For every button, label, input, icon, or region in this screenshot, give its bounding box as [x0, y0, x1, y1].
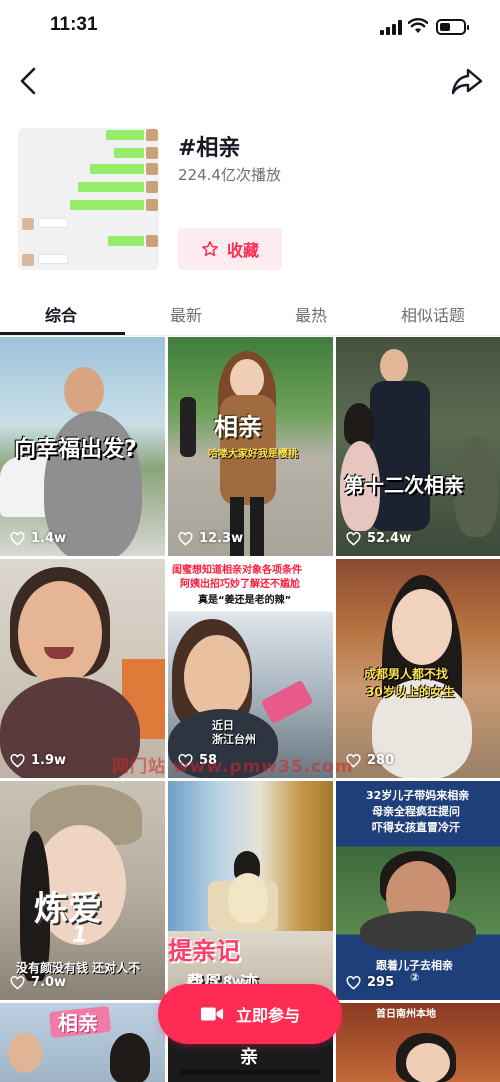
back-arrow-icon[interactable]: [14, 64, 44, 98]
video-series-number: ②: [410, 971, 420, 984]
tab-bar: 综合 最新 最热 相似话题: [0, 292, 500, 336]
video-caption-line3: 吓得女孩直冒冷汗: [372, 821, 460, 834]
like-count: 7.0w: [10, 975, 66, 990]
star-icon: [202, 241, 218, 257]
wifi-icon: [408, 18, 428, 33]
tab-similar-topics[interactable]: 相似话题: [401, 302, 465, 326]
video-location: 近日 浙江台州: [212, 719, 256, 746]
tab-latest[interactable]: 最新: [170, 302, 202, 326]
video-caption: 闺蜜想知道相亲对象各项条件: [172, 565, 302, 576]
collect-button[interactable]: 收藏: [178, 228, 282, 270]
like-count-value: 1.4w: [31, 531, 67, 546]
heart-icon: [178, 531, 193, 546]
video-caption-line2: 30岁以上的女生: [366, 685, 455, 699]
video-caption: 提亲记: [168, 937, 240, 965]
like-count-value: 52.4w: [367, 531, 412, 546]
heart-icon: [10, 753, 25, 768]
video-caption-line3: 真是“姜还是老的辣”: [198, 595, 292, 606]
collect-label: 收藏: [226, 241, 259, 260]
video-tile[interactable]: 相亲 哈喽大家好我是樱桃 12.3w: [168, 337, 333, 556]
video-caption-line2: 阿姨出招巧妙了解还不尴尬: [180, 579, 300, 590]
join-now-label: 立即参与: [235, 1006, 300, 1025]
video-episode-number: 1: [72, 923, 88, 948]
video-tile[interactable]: 炼爱 1 没有颜没有钱 还对人不 7.0w: [0, 781, 165, 1000]
video-caption-line2: 母亲全程疯狂提问: [372, 805, 460, 818]
like-count-value: 12.3w: [199, 531, 244, 546]
signal-icon: [380, 20, 402, 35]
video-caption: 第十二次相亲: [344, 473, 464, 497]
video-caption: 相亲: [58, 1011, 98, 1035]
video-tile[interactable]: 首日南州本地: [336, 1003, 500, 1082]
heart-icon: [346, 531, 361, 546]
video-caption: 成都男人都不找: [364, 667, 449, 681]
video-caption: 炼爱: [34, 889, 102, 929]
tab-hottest[interactable]: 最热: [295, 302, 327, 326]
status-time: 11:31: [50, 14, 98, 35]
active-tab-indicator: [0, 332, 125, 335]
like-count: 1.9w: [10, 753, 66, 768]
video-camera-icon: [200, 1007, 224, 1021]
status-bar: 11:31: [0, 0, 500, 56]
video-caption: 向幸福出发?: [14, 437, 137, 462]
video-subcaption: 哈喽大家好我是樱桃: [208, 449, 298, 460]
tab-comprehensive[interactable]: 综合: [45, 302, 77, 326]
video-tile[interactable]: 向幸福出发? 1.4w: [0, 337, 165, 556]
video-tile[interactable]: 提亲记 费尽心迹 5.8w: [168, 781, 333, 1000]
home-indicator: [179, 1070, 321, 1075]
topic-title: #相亲: [178, 136, 241, 161]
heart-icon: [346, 975, 361, 990]
video-tile[interactable]: 32岁儿子带妈来相亲 母亲全程疯狂提问 吓得女孩直冒冷汗 跟着儿子去相亲 ② 2…: [336, 781, 500, 1000]
video-tile[interactable]: 成都男人都不找 30岁以上的女生 280: [336, 559, 500, 778]
join-now-button[interactable]: 立即参与: [158, 984, 342, 1044]
battery-icon: [436, 19, 469, 35]
share-icon[interactable]: [450, 64, 484, 98]
like-count-value: 280: [367, 753, 395, 768]
heart-icon: [10, 975, 25, 990]
like-count-value: 295: [367, 975, 395, 990]
video-tile[interactable]: 相亲: [0, 1003, 165, 1082]
video-tile[interactable]: 1.9w: [0, 559, 165, 778]
topic-play-count: 224.4亿次播放: [178, 166, 281, 184]
like-count: 295: [346, 975, 394, 990]
video-tile[interactable]: 第十二次相亲 52.4w: [336, 337, 500, 556]
like-count: 12.3w: [178, 531, 243, 546]
topic-cover-image: [18, 128, 159, 270]
watermark-text: 网门站 www.pmw35.com: [112, 757, 354, 777]
like-count: 52.4w: [346, 531, 411, 546]
battery-level: [440, 23, 450, 31]
video-caption: 相亲: [214, 413, 262, 441]
video-bottom-text: 没有颜没有钱 还对人不: [16, 961, 141, 975]
video-caption: 32岁儿子带妈来相亲: [366, 789, 470, 802]
video-caption: 首日南州本地: [376, 1009, 436, 1020]
like-count-value: 7.0w: [31, 975, 67, 990]
like-count-value: 1.9w: [31, 753, 67, 768]
video-tile[interactable]: 闺蜜想知道相亲对象各项条件 阿姨出招巧妙了解还不尴尬 真是“姜还是老的辣” 近日…: [168, 559, 333, 778]
video-caption: 亲: [240, 1047, 258, 1068]
heart-icon: [10, 531, 25, 546]
like-count: 1.4w: [10, 531, 66, 546]
